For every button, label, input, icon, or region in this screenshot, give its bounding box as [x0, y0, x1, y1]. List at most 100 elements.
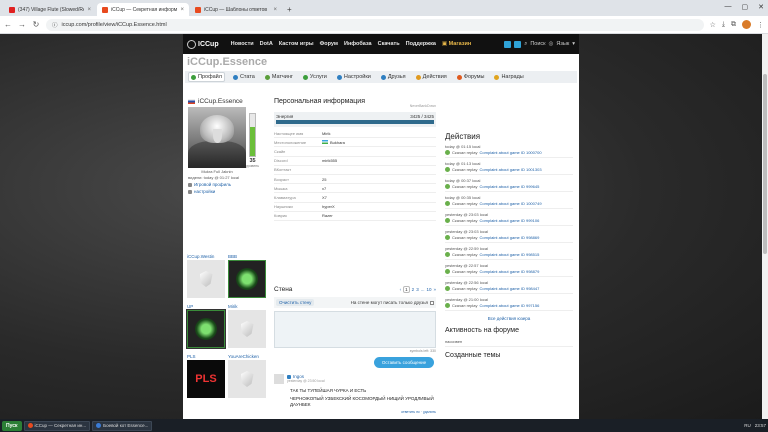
friend-name[interactable]: YouAreChicken: [228, 354, 269, 359]
back-icon[interactable]: ←: [4, 20, 12, 29]
post-avatar[interactable]: [274, 374, 284, 384]
browser-tab-1[interactable]: (347) Village Flute (Slowed/Re ×: [4, 3, 96, 16]
actions-list: today @ 01:15 local Скачал replay Complain…: [445, 141, 573, 311]
friend-avatar[interactable]: [187, 260, 225, 298]
replay-link[interactable]: Complaint about game ID 999106: [480, 218, 540, 223]
site-info-icon[interactable]: ⓘ: [52, 21, 58, 29]
replay-link[interactable]: Complaint about game ID 1000700: [480, 150, 542, 155]
browser-tab-3[interactable]: iCCup — Шаблоны ответов ×: [190, 3, 282, 16]
friend-name[interactable]: Mirik: [228, 304, 269, 309]
browser-tab-2[interactable]: iCCup — Секретная информация ×: [97, 3, 189, 16]
friend-name[interactable]: PLS: [187, 354, 228, 359]
extensions-icon[interactable]: ⧉: [731, 21, 736, 29]
action-prefix: Скачал replay: [452, 235, 478, 240]
tab-services[interactable]: Услуги: [301, 73, 329, 81]
friend-item[interactable]: Mirik: [228, 304, 269, 348]
friend-name[interactable]: BBB: [228, 254, 269, 259]
replay-link[interactable]: Complaint about game ID 1000749: [480, 201, 542, 206]
friend-item[interactable]: iCCup.Westin: [187, 254, 228, 298]
tab-awards[interactable]: Награды: [492, 73, 525, 81]
globe-icon[interactable]: ◎: [549, 41, 554, 47]
site-logo[interactable]: ICCup: [187, 39, 219, 49]
friend-name[interactable]: UP: [187, 304, 228, 309]
close-window-icon[interactable]: ✕: [758, 3, 764, 11]
download-icon[interactable]: ⤓: [722, 21, 725, 29]
search-link[interactable]: Поиск: [530, 41, 545, 47]
taskbar-item[interactable]: iCCup — Секретная ин...: [23, 420, 91, 431]
friend-avatar[interactable]: PLS: [187, 360, 225, 398]
replay-link[interactable]: Complaint about game ID 1001303: [480, 167, 542, 172]
start-button[interactable]: Пуск: [2, 420, 22, 431]
profile-avatar-icon[interactable]: [742, 20, 751, 29]
nav-link-news[interactable]: Новости: [231, 41, 254, 47]
language-select[interactable]: Язык: [556, 41, 569, 47]
messages-icon[interactable]: [514, 40, 522, 48]
tab-stats[interactable]: Стата: [231, 73, 257, 81]
post-actions[interactable]: ответить пс · удалить: [274, 410, 436, 414]
replay-link[interactable]: Complaint about game ID 998869: [480, 235, 540, 240]
scrollbar-thumb[interactable]: [763, 74, 767, 254]
action-time: yesterday @ 22:59 local: [445, 246, 488, 251]
friend-item[interactable]: UP: [186, 304, 228, 349]
tab-profile[interactable]: Профайл: [188, 72, 225, 82]
nav-link-dota[interactable]: DotA: [260, 41, 273, 47]
close-tab-icon[interactable]: ×: [180, 7, 184, 13]
all-events-link[interactable]: Все действия юзера: [445, 316, 573, 321]
tab-forums[interactable]: Форумы: [455, 73, 487, 81]
taskbar-item[interactable]: Боевой кот Essence...: [92, 420, 153, 431]
tab-actions[interactable]: Действия: [414, 73, 449, 81]
reload-icon[interactable]: ↻: [32, 20, 40, 29]
close-tab-icon[interactable]: ×: [87, 7, 91, 13]
minimize-icon[interactable]: —: [725, 3, 732, 11]
search-icon[interactable]: ⌕: [524, 41, 527, 48]
next-page-icon[interactable]: »: [433, 287, 436, 292]
action-prefix: Скачал replay: [452, 184, 478, 189]
only-friends-checkbox[interactable]: [430, 300, 434, 305]
friend-name[interactable]: iCCup.Westin: [187, 254, 228, 259]
clear-wall-button[interactable]: Очистить стену: [276, 299, 315, 306]
friend-avatar[interactable]: [228, 260, 266, 298]
replay-link[interactable]: Complaint about game ID 998447: [480, 286, 540, 291]
replay-link[interactable]: Complaint about game ID 998879: [480, 269, 540, 274]
friend-avatar[interactable]: [228, 360, 266, 398]
page-10[interactable]: 10: [426, 287, 431, 292]
game-profile-link[interactable]: Игровой профиль: [188, 182, 270, 187]
leave-message-button[interactable]: Оставить сообщение: [374, 357, 434, 368]
replay-link[interactable]: Complaint about game ID 997156: [480, 303, 540, 308]
nav-link-support[interactable]: Поддержка: [406, 41, 436, 47]
matching-icon: [264, 74, 270, 80]
tab-settings[interactable]: Настройки: [335, 73, 373, 81]
page-2[interactable]: 2: [412, 287, 415, 292]
friend-item[interactable]: PLS PLS: [187, 354, 228, 398]
forward-icon[interactable]: →: [18, 20, 26, 29]
nav-link-shop[interactable]: ▣ Магазин: [442, 41, 471, 47]
close-tab-icon[interactable]: ×: [273, 7, 277, 13]
maximize-icon[interactable]: ▢: [742, 3, 749, 11]
language-indicator[interactable]: RU: [744, 423, 751, 428]
download-icon: [445, 201, 450, 206]
menu-icon[interactable]: ⋮: [757, 21, 764, 29]
page-1[interactable]: 1: [403, 286, 410, 293]
wall-message-input[interactable]: [274, 311, 436, 348]
friend-avatar[interactable]: [228, 310, 266, 348]
friend-item[interactable]: YouAreChicken: [228, 354, 269, 398]
new-tab-icon[interactable]: +: [283, 5, 296, 16]
nav-link-infobase[interactable]: Инфобаза: [344, 41, 372, 47]
friend-item[interactable]: BBB: [228, 254, 269, 298]
tab-friends[interactable]: Друзья: [379, 73, 408, 81]
settings-link[interactable]: настройки: [188, 189, 270, 194]
address-bar[interactable]: ⓘ iccup.com/profile/view/iCCup.Essence.h…: [46, 18, 704, 31]
replay-link[interactable]: Complaint about game ID 999645: [480, 184, 540, 189]
only-friends-option[interactable]: На стене могут писать только друзья: [351, 300, 434, 305]
nav-link-forum[interactable]: Форум: [320, 41, 338, 47]
page-scrollbar[interactable]: [762, 34, 768, 419]
nav-link-custom-games[interactable]: Кастом игры: [279, 41, 314, 47]
bookmark-star-icon[interactable]: ☆: [710, 21, 716, 29]
friend-avatar[interactable]: [186, 309, 226, 349]
page-3[interactable]: 3: [416, 287, 419, 292]
user-icon[interactable]: [504, 40, 512, 48]
nav-link-download[interactable]: Скачать: [378, 41, 400, 47]
tab-matching[interactable]: Матчинг: [263, 73, 295, 81]
replay-link[interactable]: Complaint about game ID 998515: [480, 252, 540, 257]
prev-page-icon[interactable]: ‹: [400, 287, 402, 292]
